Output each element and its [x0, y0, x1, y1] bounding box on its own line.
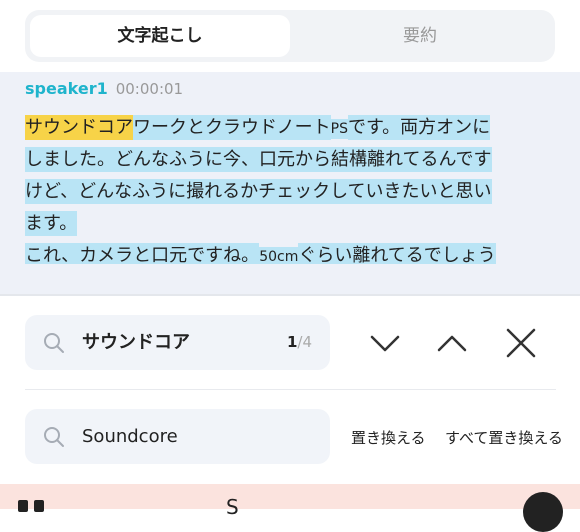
search-match-highlight: サウンドコア: [25, 115, 133, 140]
replace-all-button[interactable]: すべて置き換える: [445, 418, 563, 458]
search-query: サウンドコア: [82, 332, 190, 353]
replace-value: Soundcore: [82, 426, 178, 447]
chevron-down-icon: [370, 335, 400, 352]
microphone-button[interactable]: [523, 492, 563, 532]
bottom-bar-text: S: [226, 495, 239, 519]
tab-bar: 文字起こし 要約: [25, 10, 555, 62]
transcript-line: これ、カメラと口元ですね。50cmぐらい離れてるでしょう: [25, 240, 545, 264]
transcript-panel: speaker1 00:00:01 サウンドコアワークとクラウドノートPSです。両…: [0, 72, 580, 294]
next-match-button[interactable]: [367, 325, 403, 361]
selected-text: PS: [330, 119, 348, 139]
timestamp: 00:00:01: [115, 80, 184, 98]
selected-text: ワークとクラウドノート: [133, 115, 331, 140]
close-icon: [506, 328, 536, 358]
selected-text: ぐらい離れてるでしょう: [298, 243, 496, 264]
transcript-line: ます。: [25, 208, 545, 240]
match-current: 1: [286, 333, 298, 351]
search-icon: [44, 427, 64, 447]
selected-text: です。両方オンに: [347, 115, 491, 140]
previous-match-button[interactable]: [434, 325, 470, 361]
close-search-button[interactable]: [503, 325, 539, 361]
pause-icon[interactable]: [18, 500, 46, 512]
search-input[interactable]: サウンドコア 1/4: [25, 315, 330, 370]
replace-input[interactable]: Soundcore: [25, 409, 330, 464]
speaker-row: speaker1 00:00:01: [25, 78, 183, 100]
transcript-line: けど、どんなふうに撮れるかチェックしていきたいと思い: [25, 176, 545, 208]
bottom-bar: S: [0, 484, 580, 532]
match-total: 4: [302, 333, 312, 351]
selected-text: これ、カメラと口元ですね。: [25, 243, 260, 264]
selected-text: しました。どんなふうに今、口元から結構離れてるんです: [25, 147, 492, 172]
divider: [0, 294, 580, 296]
chevron-up-icon: [437, 335, 467, 352]
selected-text: ます。: [25, 211, 78, 236]
speaker-name: speaker1: [25, 79, 108, 98]
selected-text: けど、どんなふうに撮れるかチェックしていきたいと思い: [25, 179, 492, 204]
transcript-text[interactable]: サウンドコアワークとクラウドノートPSです。両方オンに しました。どんなふうに今…: [25, 112, 545, 264]
match-counter: 1/4: [287, 315, 312, 370]
tab-transcription[interactable]: 文字起こし: [30, 15, 290, 57]
search-icon: [44, 333, 64, 353]
tab-summary[interactable]: 要約: [290, 15, 550, 57]
replace-button[interactable]: 置き換える: [351, 418, 426, 458]
divider: [25, 389, 556, 390]
transcript-line: サウンドコアワークとクラウドノートPSです。両方オンに: [25, 112, 545, 144]
transcript-line: しました。どんなふうに今、口元から結構離れてるんです: [25, 144, 545, 176]
selected-text: 50cm: [259, 247, 299, 264]
